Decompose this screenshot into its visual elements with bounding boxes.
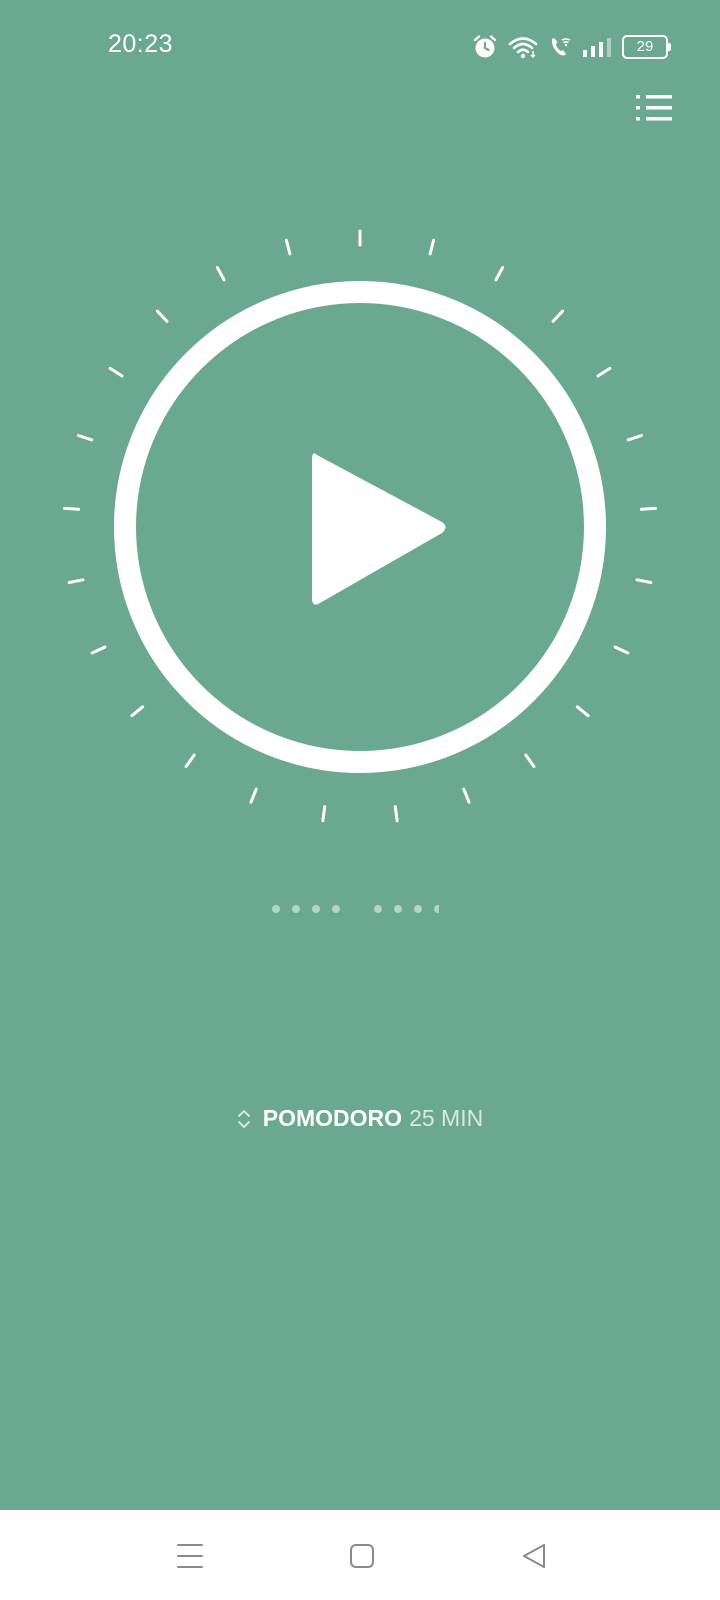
system-nav-bar: [0, 1510, 720, 1600]
dial-tick: [130, 705, 145, 718]
session-dot: [374, 905, 382, 913]
dial-tick: [524, 753, 536, 768]
recents-button[interactable]: [166, 1532, 214, 1580]
dial-tick: [393, 805, 399, 823]
dial-tick: [215, 266, 226, 282]
dial-tick: [639, 506, 657, 511]
dial-tick: [63, 506, 81, 511]
dial-tick: [428, 238, 436, 256]
dial-tick: [575, 705, 590, 718]
recents-icon: [177, 1544, 203, 1568]
dial-tick: [626, 434, 643, 442]
mode-duration: 25 MIN: [409, 1105, 484, 1131]
session-dot: [272, 905, 280, 913]
dial-tick: [155, 309, 169, 323]
dial-tick: [77, 434, 94, 442]
back-button[interactable]: [510, 1532, 558, 1580]
dial-tick: [249, 787, 258, 804]
home-icon: [350, 1544, 374, 1568]
dial-tick: [551, 309, 565, 323]
dial-tick: [494, 266, 505, 282]
dial-tick: [90, 645, 107, 655]
home-button[interactable]: [338, 1532, 386, 1580]
session-dots: [272, 904, 439, 914]
dial-tick: [67, 578, 85, 584]
dial-tick: [635, 578, 653, 584]
session-dot: [394, 905, 402, 913]
chevron-up-down-icon: [237, 1107, 251, 1131]
pomodoro-screen: 20:23 29 POMODORO 25 MIN: [0, 0, 720, 1600]
dial-tick: [613, 645, 630, 655]
session-dot: [434, 905, 439, 913]
dial-tick: [284, 238, 292, 256]
dial-tick: [596, 366, 612, 378]
mode-name: POMODORO: [262, 1105, 403, 1131]
session-dot: [312, 905, 320, 913]
dial-tick: [321, 805, 327, 823]
dial-tick: [108, 366, 124, 378]
dial-tick: [184, 753, 196, 768]
session-dot: [414, 905, 422, 913]
mode-selector[interactable]: POMODORO 25 MIN: [0, 1105, 720, 1132]
play-button[interactable]: [113, 280, 607, 774]
session-dot: [292, 905, 300, 913]
back-icon: [523, 1544, 545, 1568]
session-dot: [332, 905, 340, 913]
dial-tick: [462, 787, 471, 804]
